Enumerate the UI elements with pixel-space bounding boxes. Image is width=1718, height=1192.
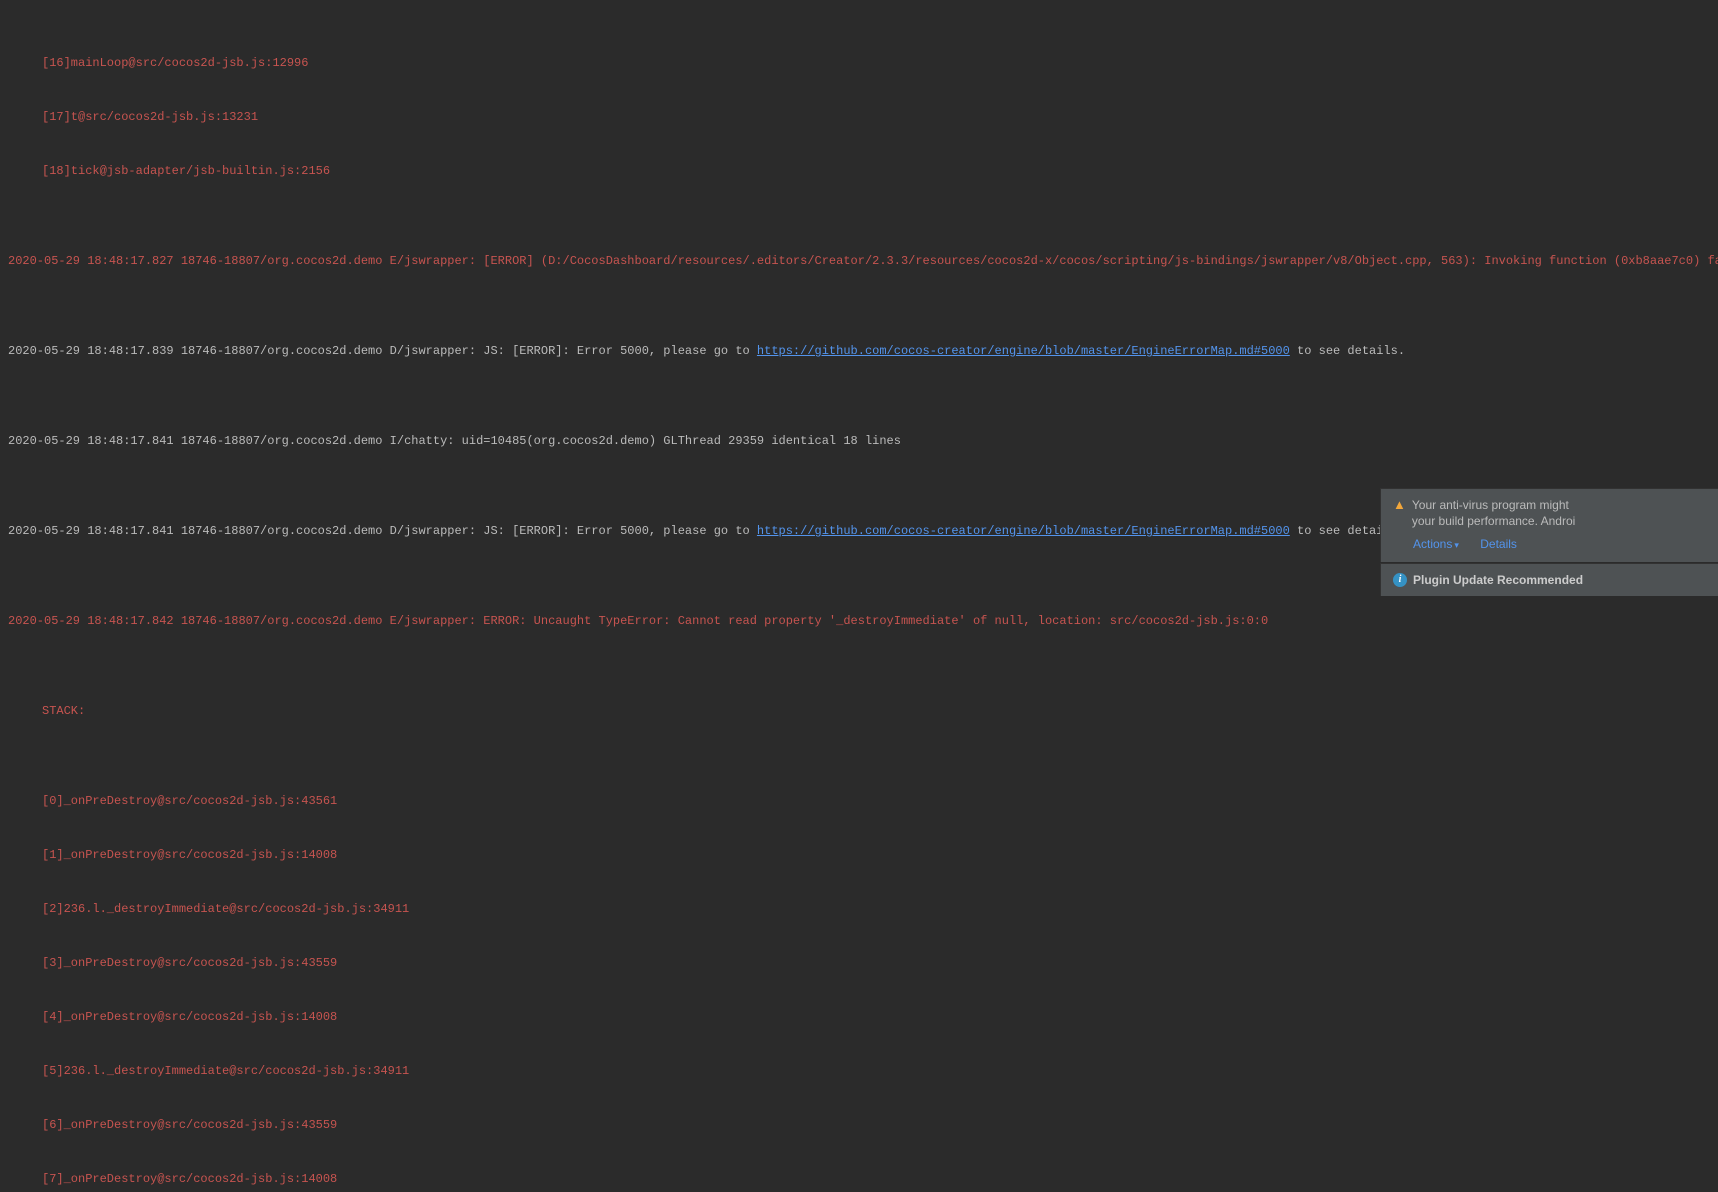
info-icon: i — [1393, 573, 1407, 587]
log-line-error: 2020-05-29 18:48:17.842 18746-18807/org.… — [8, 612, 1710, 630]
stack-frame: [0]_onPreDestroy@src/cocos2d-jsb.js:4356… — [8, 792, 1710, 810]
stack-frame: [7]_onPreDestroy@src/cocos2d-jsb.js:1400… — [8, 1170, 1710, 1188]
stack-frame: [2]236.l._destroyImmediate@src/cocos2d-j… — [8, 900, 1710, 918]
actions-dropdown[interactable]: Actions▾ — [1413, 537, 1459, 551]
details-link[interactable]: Details — [1480, 537, 1517, 551]
stack-frame: [5]236.l._destroyImmediate@src/cocos2d-j… — [8, 1062, 1710, 1080]
warning-icon: ▲ — [1393, 497, 1406, 513]
stack-label: STACK: — [8, 702, 1710, 720]
notification-antivirus[interactable]: ▲ Your anti-virus program might your bui… — [1380, 488, 1718, 562]
error-map-link[interactable]: https://github.com/cocos-creator/engine/… — [757, 344, 1290, 358]
stack-frame: [3]_onPreDestroy@src/cocos2d-jsb.js:4355… — [8, 954, 1710, 972]
stack-frame: [18]tick@jsb-adapter/jsb-builtin.js:2156 — [8, 162, 1710, 180]
notification-message: Your anti-virus program might your build… — [1412, 497, 1575, 529]
log-line-debug: 2020-05-29 18:48:17.839 18746-18807/org.… — [8, 342, 1710, 360]
stack-frame: [1]_onPreDestroy@src/cocos2d-jsb.js:1400… — [8, 846, 1710, 864]
notification-panel: ▲ Your anti-virus program might your bui… — [1380, 487, 1718, 596]
stack-frame: [4]_onPreDestroy@src/cocos2d-jsb.js:1400… — [8, 1008, 1710, 1026]
stack-frame: [17]t@src/cocos2d-jsb.js:13231 — [8, 108, 1710, 126]
stack-frame: [16]mainLoop@src/cocos2d-jsb.js:12996 — [8, 54, 1710, 72]
notification-plugin-update[interactable]: i Plugin Update Recommended — [1380, 563, 1718, 596]
log-line-info: 2020-05-29 18:48:17.841 18746-18807/org.… — [8, 432, 1710, 450]
stack-frame: [6]_onPreDestroy@src/cocos2d-jsb.js:4355… — [8, 1116, 1710, 1134]
log-line-error: 2020-05-29 18:48:17.827 18746-18807/org.… — [8, 252, 1710, 270]
notification-title: Plugin Update Recommended — [1413, 572, 1583, 588]
logcat-output[interactable]: [16]mainLoop@src/cocos2d-jsb.js:12996 [1… — [0, 0, 1718, 1192]
error-map-link[interactable]: https://github.com/cocos-creator/engine/… — [757, 524, 1290, 538]
